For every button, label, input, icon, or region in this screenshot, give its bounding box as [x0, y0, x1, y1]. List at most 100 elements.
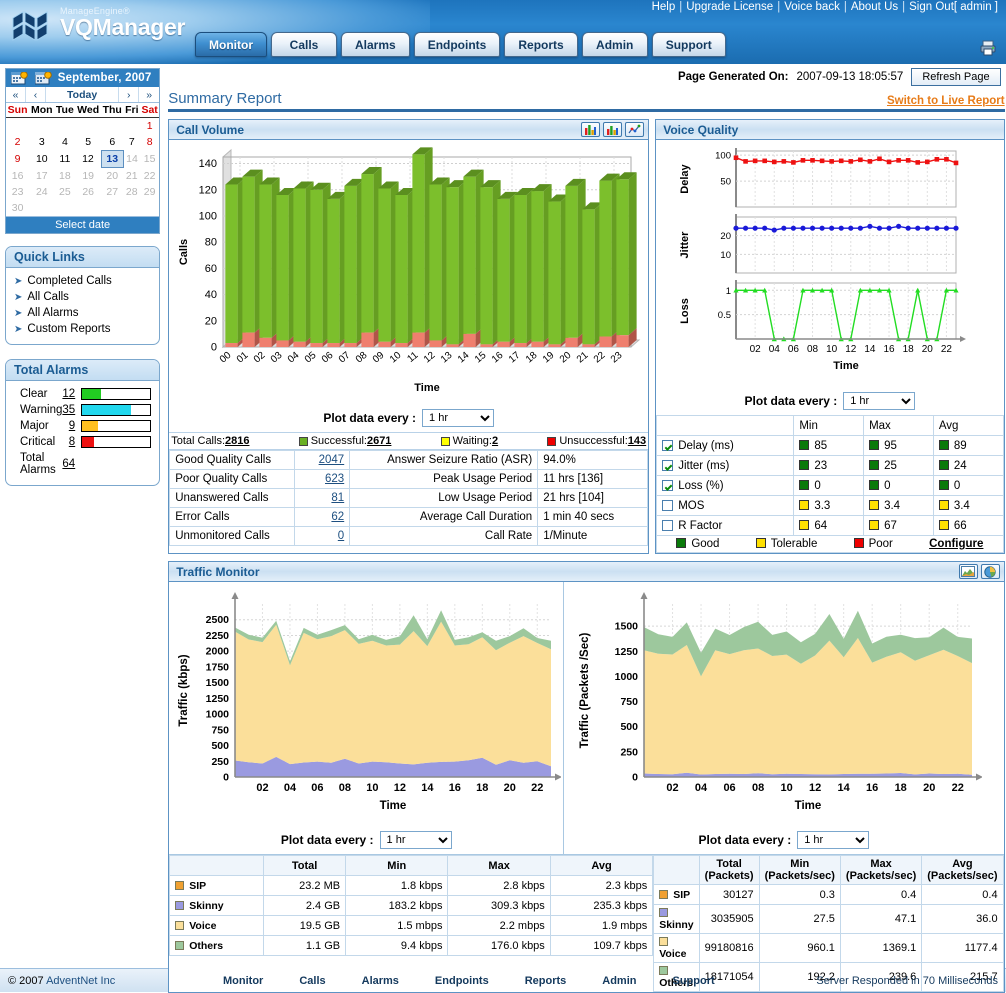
calendar-next-month[interactable]: › [119, 87, 140, 102]
calendar-day-1[interactable]: 1 [140, 118, 159, 135]
quick-link-custom-reports[interactable]: ➤ Custom Reports [14, 321, 151, 337]
alarm-count-link[interactable]: 12 [62, 388, 75, 400]
vq-metric-checkbox[interactable] [662, 459, 674, 471]
tab-reports[interactable]: Reports [504, 32, 578, 57]
footer-nav-monitor[interactable]: Monitor [223, 975, 263, 987]
stat-value-link[interactable]: 81 [331, 492, 344, 504]
calendar-day-21[interactable]: 21 [123, 168, 140, 185]
link-help[interactable]: Help [652, 1, 676, 13]
link-voice-back[interactable]: Voice back [784, 1, 840, 13]
calendar-day-10[interactable]: 10 [29, 151, 54, 168]
calendar-day-15[interactable]: 15 [140, 151, 159, 168]
link-about-us[interactable]: About Us [851, 1, 898, 13]
calendar-day-27[interactable]: 27 [101, 184, 123, 200]
tab-endpoints[interactable]: Endpoints [413, 32, 501, 57]
vq-metric-checkbox[interactable] [662, 439, 674, 451]
calendar-day-24[interactable]: 24 [29, 184, 54, 200]
traffic-kbps-interval-select[interactable]: 1 hr30 min15 min5 min [379, 831, 452, 849]
calendar-day-6[interactable]: 6 [101, 134, 123, 151]
calendar-day-18[interactable]: 18 [54, 168, 75, 185]
alarm-count-link[interactable]: 9 [69, 420, 75, 432]
calendar-day-5[interactable]: 5 [75, 134, 101, 151]
vq-metric-checkbox[interactable] [662, 519, 674, 531]
footer-nav-reports[interactable]: Reports [525, 975, 567, 987]
quick-link-all-alarms[interactable]: ➤ All Alarms [14, 305, 151, 321]
calendar-day-22[interactable]: 22 [140, 168, 159, 185]
tab-support[interactable]: Support [651, 32, 726, 57]
calendar-week-row: 9 10 11 12 13 14 15 [6, 150, 159, 168]
configure-link[interactable]: Configure [929, 538, 983, 550]
link-sign-out[interactable]: Sign Out [909, 1, 954, 13]
footer-nav-support[interactable]: Support [673, 975, 715, 987]
protocol-swatch [175, 900, 185, 910]
tab-monitor[interactable]: Monitor [195, 32, 267, 57]
traffic-packets-interval-select[interactable]: 1 hr30 min15 min5 min [797, 831, 870, 849]
calendar-day-19[interactable]: 19 [75, 168, 101, 185]
calendar-today[interactable]: Today [46, 87, 120, 102]
alarm-count-link[interactable]: 8 [69, 436, 75, 448]
calendar-day-12[interactable]: 12 [75, 151, 101, 168]
calendar-prev-year[interactable]: « [6, 87, 26, 102]
voice-quality-interval-select[interactable]: 1 hr30 min15 min5 min [843, 392, 916, 410]
call-volume-interval-select[interactable]: 1 hr30 min15 min5 min [422, 409, 495, 427]
legend-value[interactable]: 143 [628, 435, 646, 447]
vq-metric-checkbox[interactable] [662, 499, 674, 511]
footer-nav-calls[interactable]: Calls [299, 975, 325, 987]
calendar-day-4[interactable]: 4 [54, 134, 75, 151]
footer-nav-admin[interactable]: Admin [602, 975, 636, 987]
switch-to-live-report-link[interactable]: Switch to Live Report [887, 95, 1005, 107]
calendar-day-13[interactable]: 13 [100, 150, 124, 168]
pie-chart-icon[interactable] [980, 564, 1000, 579]
vq-metric-checkbox[interactable] [662, 479, 674, 491]
calendar-day-14[interactable]: 14 [123, 151, 140, 168]
tab-admin[interactable]: Admin [581, 32, 648, 57]
legend-value[interactable]: 2 [492, 435, 498, 447]
calendar-day-26[interactable]: 26 [75, 184, 101, 200]
stat-value-link[interactable]: 623 [325, 473, 344, 485]
stat-value-link[interactable]: 0 [338, 530, 344, 542]
footer-nav-endpoints[interactable]: Endpoints [435, 975, 489, 987]
alarm-count-link[interactable]: 35 [62, 404, 75, 416]
stat-value-link[interactable]: 2047 [319, 454, 345, 466]
tab-alarms[interactable]: Alarms [341, 32, 410, 57]
calendar-day-16[interactable]: 16 [6, 168, 29, 185]
select-date-button[interactable]: Select date [6, 216, 160, 233]
calendar-day-7[interactable]: 7 [123, 134, 140, 151]
calendar-day-9[interactable]: 9 [6, 151, 29, 168]
bar-chart-color-icon[interactable] [581, 122, 601, 137]
refresh-page-button[interactable]: Refresh Page [911, 68, 1001, 86]
quality-swatch [799, 499, 810, 510]
calendar-day-30[interactable]: 30 [6, 200, 29, 216]
quick-link-all-calls[interactable]: ➤ All Calls [14, 289, 151, 305]
footer-nav-alarms[interactable]: Alarms [362, 975, 399, 987]
voice-quality-table: Min Max Avg Delay (ms) 85 95 89 Jitter (ms) 23 2… [656, 415, 1004, 536]
printer-icon[interactable] [980, 40, 996, 56]
calendar-day-28[interactable]: 28 [123, 184, 140, 200]
legend-value[interactable]: 2671 [367, 435, 391, 447]
svg-text:1500: 1500 [206, 677, 230, 689]
link-upgrade-license[interactable]: Upgrade License [686, 1, 773, 13]
calendar-day-20[interactable]: 20 [101, 168, 123, 185]
calendar-prev-month[interactable]: ‹ [26, 87, 46, 102]
legend-value[interactable]: 2816 [225, 435, 249, 447]
bar-chart-icon[interactable] [603, 122, 623, 137]
quick-link-completed-calls[interactable]: ➤ Completed Calls [14, 273, 151, 289]
calendar-day-17[interactable]: 17 [29, 168, 54, 185]
calendar-day-3[interactable]: 3 [29, 134, 54, 151]
calendar-next-year[interactable]: » [139, 87, 159, 102]
calendar-day-8[interactable]: 8 [140, 134, 159, 151]
calendar-day-25[interactable]: 25 [54, 184, 75, 200]
calendar-icon-1[interactable] [8, 70, 30, 86]
calendar-day-23[interactable]: 23 [6, 184, 29, 200]
calendar-day-2[interactable]: 2 [6, 134, 29, 151]
tab-calls[interactable]: Calls [271, 32, 337, 57]
company-link[interactable]: AdventNet Inc [46, 975, 115, 987]
calendar-icon-2[interactable] [32, 70, 54, 86]
total-alarms-count-link[interactable]: 64 [62, 458, 75, 470]
calendar-empty-cell [6, 118, 29, 135]
calendar-day-29[interactable]: 29 [140, 184, 159, 200]
line-chart-icon[interactable] [625, 122, 645, 137]
calendar-day-11[interactable]: 11 [54, 151, 75, 168]
stat-value-link[interactable]: 62 [331, 511, 344, 523]
area-chart-icon[interactable] [958, 564, 978, 579]
